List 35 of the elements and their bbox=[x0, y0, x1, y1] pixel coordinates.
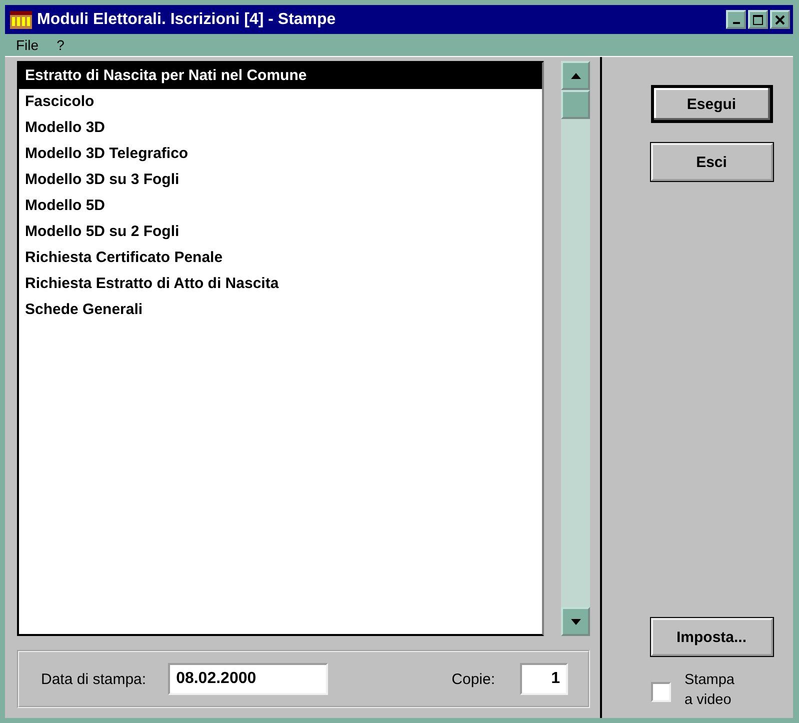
list-item[interactable]: Fascicolo bbox=[19, 89, 542, 115]
down-arrow-icon bbox=[570, 618, 580, 624]
close-icon bbox=[775, 14, 785, 24]
preview-checkbox[interactable] bbox=[650, 682, 670, 702]
print-date-field[interactable]: 08.02.2000 bbox=[168, 663, 328, 695]
setup-button[interactable]: Imposta... bbox=[650, 618, 772, 656]
list-item[interactable]: Schede Generali bbox=[19, 297, 542, 323]
list-item[interactable]: Modello 3D su 3 Fogli bbox=[19, 167, 542, 193]
window-title: Moduli Elettorali. Iscrizioni [4] - Stampe bbox=[37, 10, 337, 28]
list-item[interactable]: Modello 3D Telegrafico bbox=[19, 141, 542, 167]
scrollbar[interactable] bbox=[561, 61, 590, 636]
scroll-down-button[interactable] bbox=[561, 607, 590, 636]
list-item[interactable]: Estratto di Nascita per Nati nel Comune bbox=[19, 63, 542, 89]
copies-field[interactable]: 1 bbox=[520, 663, 568, 695]
action-button[interactable]: Esegui bbox=[650, 85, 772, 123]
menu-item[interactable]: ? bbox=[56, 37, 64, 53]
maximize-button[interactable] bbox=[748, 10, 768, 29]
list-item[interactable]: Modello 5D su 2 Fogli bbox=[19, 219, 542, 245]
maximize-icon bbox=[753, 14, 763, 24]
up-arrow-icon bbox=[570, 72, 580, 78]
list-item[interactable]: Modello 5D bbox=[19, 193, 542, 219]
minimize-button[interactable] bbox=[726, 10, 746, 29]
list-item[interactable]: Richiesta Certificato Penale bbox=[19, 245, 542, 271]
building-icon bbox=[10, 10, 32, 28]
scroll-thumb[interactable] bbox=[561, 90, 590, 119]
close-button[interactable] bbox=[770, 10, 790, 29]
preview-checkbox-label: Stampa a video bbox=[684, 671, 736, 710]
list-item[interactable]: Richiesta Estratto di Atto di Nascita bbox=[19, 271, 542, 297]
list-item[interactable]: Modello 3D bbox=[19, 115, 542, 141]
menu-item[interactable]: File bbox=[16, 37, 39, 53]
scroll-up-button[interactable] bbox=[561, 61, 590, 90]
minimize-icon bbox=[732, 22, 740, 24]
print-date-label: Data di stampa: bbox=[41, 670, 146, 688]
copies-label: Copie: bbox=[452, 670, 495, 688]
action-button[interactable]: Esci bbox=[650, 143, 772, 181]
